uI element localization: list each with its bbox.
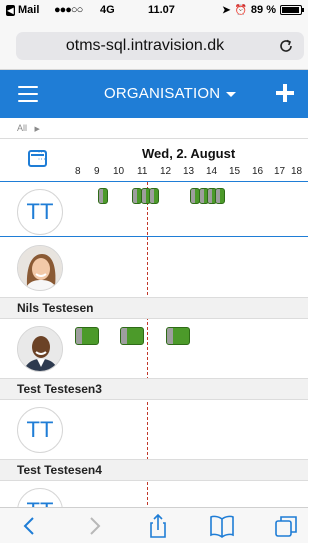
share-button[interactable] (144, 513, 172, 539)
schedule-event[interactable] (149, 188, 159, 204)
tabs-button[interactable] (272, 513, 300, 539)
battery-icon (280, 5, 304, 15)
timeline-divider (0, 181, 308, 182)
avatar-initials: TT (26, 417, 54, 442)
hour-label: 14 (206, 166, 218, 177)
breadcrumb-label: All (17, 123, 28, 133)
hour-label: 9 (94, 166, 100, 177)
hour-label: 8 (75, 166, 81, 177)
back-arrow-icon: ◀ (6, 4, 15, 16)
schedule-date: Wed, 2. August (142, 146, 236, 161)
schedule-event[interactable] (166, 327, 190, 345)
address-bar[interactable]: otms-sql.intravision.dk (16, 32, 304, 60)
reload-icon[interactable] (276, 36, 296, 56)
schedule-event[interactable] (98, 188, 108, 204)
chevron-right-icon: ▶ (34, 126, 40, 133)
tabs-icon (275, 516, 297, 537)
hour-label: 16 (252, 166, 264, 177)
clock: 11.07 (148, 4, 175, 16)
location-icon: ➤ (222, 4, 231, 16)
back-to-app-link[interactable]: ◀ Mail (6, 4, 39, 16)
row-divider (0, 236, 308, 237)
chevron-left-icon (23, 517, 34, 535)
share-icon (150, 513, 166, 538)
schedule-event[interactable] (120, 327, 144, 345)
browser-toolbar: otms-sql.intravision.dk (0, 22, 308, 70)
signal-strength: ●●●○○ (54, 4, 83, 16)
status-bar: ◀ Mail ●●●○○ 4G 11.07 ➤ ⏰ 89 % (0, 0, 308, 22)
person-name-row: Nils Testesen (0, 297, 308, 319)
hour-label: 10 (113, 166, 125, 177)
avatar-photo[interactable] (17, 326, 63, 372)
person-photo (18, 327, 62, 371)
battery-percent: 89 % (250, 4, 276, 16)
avatar[interactable]: TT (17, 189, 63, 235)
url-text: otms-sql.intravision.dk (65, 37, 225, 54)
person-name-row: Test Testesen3 (0, 378, 308, 400)
caret-down-icon (226, 92, 237, 97)
hour-label: 12 (160, 166, 172, 177)
back-app-label: Mail (18, 4, 40, 16)
forward-button[interactable] (80, 513, 108, 539)
bookmarks-button[interactable] (208, 513, 236, 539)
avatar-photo[interactable] (17, 245, 63, 291)
book-icon (210, 515, 234, 538)
browser-bottom-toolbar (0, 507, 308, 543)
avatar[interactable]: TT (17, 407, 63, 453)
back-button[interactable] (16, 513, 44, 539)
hour-label: 13 (183, 166, 195, 177)
schedule-event[interactable] (215, 188, 225, 204)
schedule-event[interactable] (75, 327, 99, 345)
chevron-right-icon (90, 517, 101, 535)
divider (0, 138, 308, 139)
hour-label: 11 (137, 166, 148, 177)
person-name: Nils Testesen (17, 301, 94, 315)
hour-label: 15 (229, 166, 241, 177)
organisation-dropdown[interactable]: ORGANISATION (104, 85, 237, 102)
calendar-icon[interactable] (28, 150, 47, 167)
person-photo (18, 246, 62, 290)
person-name-row: Test Testesen4 (0, 459, 308, 481)
hamburger-menu-icon[interactable] (18, 86, 38, 102)
hour-label: 18 (291, 166, 303, 177)
network-type: 4G (100, 4, 115, 16)
alarm-icon: ⏰ (234, 4, 247, 16)
avatar-initials: TT (26, 199, 54, 224)
breadcrumb[interactable]: All ▶ (0, 118, 308, 138)
app-header: ORGANISATION (0, 70, 308, 118)
person-name: Test Testesen3 (17, 382, 102, 396)
add-icon[interactable] (276, 84, 294, 102)
hour-label: 17 (274, 166, 286, 177)
page-title: ORGANISATION (104, 85, 221, 102)
person-name: Test Testesen4 (17, 463, 102, 477)
